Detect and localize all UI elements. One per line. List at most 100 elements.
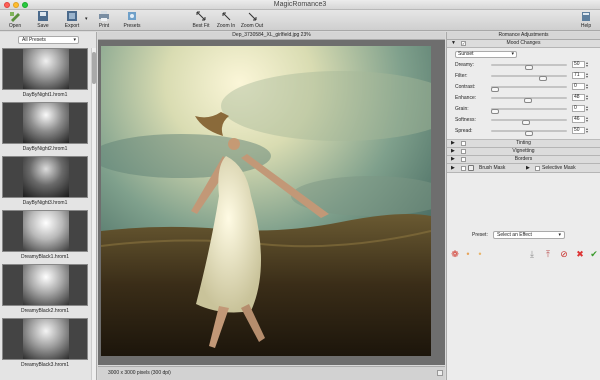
softness-slider[interactable] — [491, 119, 567, 125]
grain-slider[interactable] — [491, 108, 567, 114]
slider-thumb[interactable] — [525, 65, 533, 70]
tinting-checkbox[interactable] — [461, 141, 466, 146]
vignetting-header[interactable]: ▶ Vignetting — [447, 148, 600, 156]
preset-effect-select[interactable]: Select an Effect ▾ — [493, 231, 565, 239]
borders-header[interactable]: ▶ Borders — [447, 156, 600, 164]
zoom-out-button[interactable]: Zoom Out — [240, 11, 264, 30]
vignetting-checkbox[interactable] — [461, 149, 466, 154]
slider-thumb[interactable] — [522, 120, 531, 125]
adjustments-panel: Romance Adjustments ▼ ✓ Mood Changes Sun… — [446, 32, 600, 380]
disclosure-closed-icon[interactable]: ▶ — [451, 148, 455, 155]
spread-slider[interactable] — [491, 130, 567, 136]
cancel-icon[interactable]: ✖ — [575, 249, 585, 259]
stepper-icon[interactable]: ▴ ▾ — [586, 127, 590, 134]
mood-style-select[interactable]: Sunset ▾ — [455, 51, 517, 58]
window-titlebar: MagicRomance3 — [0, 0, 600, 10]
softness-value-field[interactable]: 46 — [572, 116, 585, 123]
disclosure-closed-icon[interactable]: ▶ — [451, 164, 455, 172]
image-dimensions-text: 3000 x 3000 pixels (300 dpi) — [108, 370, 171, 376]
disclosure-open-icon[interactable]: ▼ — [451, 40, 456, 47]
preset-thumbnail-item[interactable]: DayByNight1.hrom1 — [0, 48, 90, 102]
export-button[interactable]: Export — [60, 11, 84, 30]
effect-strength-icon[interactable]: • — [463, 249, 473, 259]
disclosure-closed-icon[interactable]: ▶ — [451, 140, 455, 147]
disclosure-closed-icon[interactable]: ▶ — [451, 156, 455, 163]
preset-thumbnail-image — [2, 48, 88, 90]
preset-thumbnail-label: DreamyBlack1.hrom1 — [20, 254, 70, 260]
spread-label: Spread: — [455, 128, 473, 134]
open-button[interactable]: Open — [3, 11, 27, 30]
resize-grip-icon[interactable] — [437, 370, 443, 376]
spread-slider-row: Spread: 50 ▴ ▾ — [455, 127, 599, 136]
preset-thumbnail-item[interactable]: DreamyBlack3.hrom1 — [0, 318, 90, 372]
panel-title: Romance Adjustments — [447, 32, 600, 40]
stepper-icon[interactable]: ▴ ▾ — [586, 83, 590, 90]
mood-changes-checkbox[interactable]: ✓ — [461, 41, 466, 46]
help-button[interactable]: Help — [574, 11, 598, 30]
help-label: Help — [580, 23, 592, 29]
presets-label: Presets — [123, 23, 141, 29]
zoom-in-button[interactable]: Zoom In — [214, 11, 238, 30]
contrast-value-field[interactable]: 0 — [572, 83, 585, 90]
reset-effect-icon[interactable]: ⊘ — [559, 249, 569, 259]
action-buttons: ❁ • • ⤓ ⤒ ⊘ ✖ ✔ — [447, 249, 600, 261]
preset-group-select[interactable]: All Presets ▾ — [18, 36, 79, 44]
slider-thumb[interactable] — [523, 98, 532, 103]
stepper-icon[interactable]: ▴ ▾ — [586, 105, 590, 112]
contrast-label: Contrast: — [455, 84, 476, 90]
sidebar-scrollbar-thumb[interactable] — [92, 52, 96, 84]
filter-slider[interactable] — [491, 75, 567, 81]
selective-mask-checkbox[interactable] — [535, 166, 540, 171]
slider-thumb[interactable] — [525, 131, 533, 136]
slider-thumb[interactable] — [491, 109, 499, 114]
enhance-slider[interactable] — [491, 97, 567, 103]
enhance-slider-row: Enhance: 48 ▴ ▾ — [455, 94, 599, 103]
stepper-icon[interactable]: ▴ ▾ — [586, 61, 590, 68]
edited-photo — [101, 46, 431, 356]
disclosure-closed-icon[interactable]: ▶ — [526, 164, 530, 172]
slider-thumb[interactable] — [539, 76, 548, 81]
filter-value-field[interactable]: 71 — [572, 72, 585, 79]
tinting-header[interactable]: ▶ Tinting — [447, 140, 600, 148]
print-button[interactable]: Print — [92, 11, 116, 30]
image-canvas[interactable] — [98, 40, 445, 365]
dreamy-value-field[interactable]: 50 — [572, 61, 585, 68]
zoom-out-icon — [248, 12, 257, 21]
save-button[interactable]: Save — [31, 11, 55, 30]
brush-mask-checkbox[interactable] — [461, 166, 466, 171]
best-fit-button[interactable]: Best Fit — [189, 11, 213, 30]
preset-thumbnail-item[interactable]: DayByNight2.hrom1 — [0, 102, 90, 156]
preset-thumbnail-item[interactable]: DayByNight3.hrom1 — [0, 156, 90, 210]
enhance-value-field[interactable]: 48 — [572, 94, 585, 101]
preset-thumbnail-label: DayByNight1.hrom1 — [22, 92, 68, 98]
brush-mask-row[interactable]: ▶ Brush Mask ▶ Selective Mask — [447, 164, 600, 173]
preset-thumbnail-item[interactable]: DreamyBlack1.hrom1 — [0, 210, 90, 264]
import-effect-icon[interactable]: ⤓ — [527, 249, 537, 259]
best-fit-icon — [196, 11, 206, 21]
preset-thumbnail-label: DayByNight2.hrom1 — [22, 146, 68, 152]
stepper-icon[interactable]: ▴ ▾ — [586, 94, 590, 101]
apply-icon[interactable]: ✔ — [589, 249, 599, 259]
effect-variant-icon[interactable]: • — [475, 249, 485, 259]
contrast-slider[interactable] — [491, 86, 567, 92]
grain-value-field[interactable]: 0 — [572, 105, 585, 112]
preset-thumbnail-image — [2, 264, 88, 306]
random-effect-icon[interactable]: ❁ — [450, 249, 460, 259]
dreamy-slider[interactable] — [491, 64, 567, 70]
sidebar-scrollbar[interactable] — [91, 48, 96, 380]
dreamy-label: Dreamy: — [455, 62, 474, 68]
mood-changes-header[interactable]: ▼ ✓ Mood Changes — [447, 40, 600, 48]
best-fit-label: Best Fit — [192, 23, 210, 29]
borders-checkbox[interactable] — [461, 157, 466, 162]
stepper-icon[interactable]: ▴ ▾ — [586, 116, 590, 123]
export-effect-icon[interactable]: ⤒ — [543, 249, 553, 259]
zoom-in-icon — [222, 12, 231, 21]
stepper-icon[interactable]: ▴ ▾ — [586, 72, 590, 79]
spread-value-field[interactable]: 50 — [572, 127, 585, 134]
contrast-slider-row: Contrast: 0 ▴ ▾ — [455, 83, 599, 92]
preset-thumbnail-list: DayByNight1.hrom1 DayByNight2.hrom1 DayB… — [0, 48, 90, 380]
preset-thumbnail-item[interactable]: DreamyBlack2.hrom1 — [0, 264, 90, 318]
export-menu-arrow-icon[interactable]: ▾ — [85, 16, 88, 22]
presets-button[interactable]: Presets — [120, 11, 144, 30]
slider-thumb[interactable] — [491, 87, 499, 92]
